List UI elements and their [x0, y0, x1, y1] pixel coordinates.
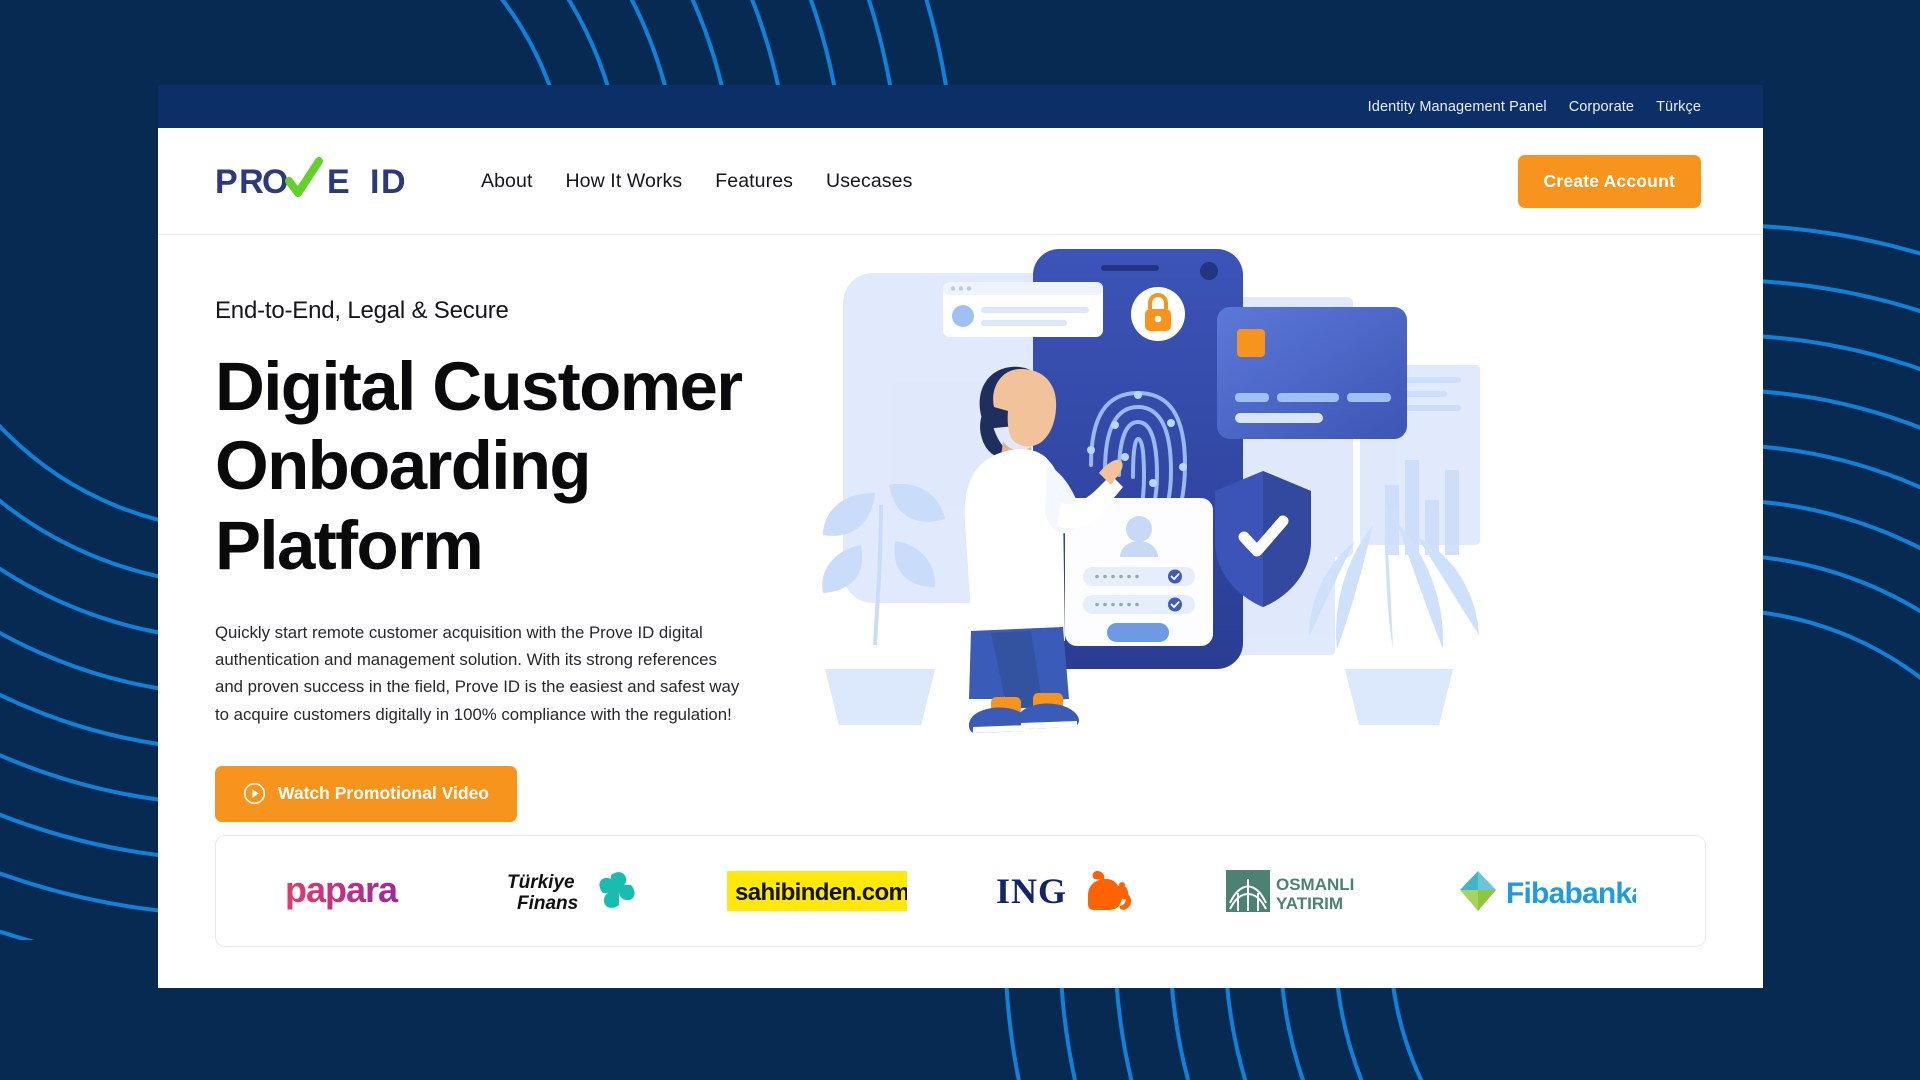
svg-text:Finans: Finans: [517, 893, 578, 914]
partner-logo-ing: ING: [996, 869, 1136, 913]
create-account-button[interactable]: Create Account: [1517, 154, 1701, 208]
partner-logo-sahibinden-com: sahibinden.com: [726, 871, 907, 911]
svg-text:OSMANLI: OSMANLI: [1276, 875, 1354, 894]
hero-illustration-column: [775, 235, 1706, 835]
hero-section: End-to-End, Legal & Secure Digital Custo…: [158, 235, 1763, 835]
hero-eyebrow: End-to-End, Legal & Secure: [215, 297, 509, 324]
partner-logos-strip: papara Türkiye Finans sahibinden.com ING…: [215, 835, 1706, 947]
hero-title-line-3: Platform: [215, 506, 484, 584]
top-utility-bar: Identity Management Panel Corporate Türk…: [158, 85, 1763, 128]
partner-logo-osmanli-yatirim: OSMANLI YATIRIM: [1226, 867, 1366, 915]
hero-paragraph: Quickly start remote customer acquisitio…: [215, 623, 740, 724]
hero-text-column: End-to-End, Legal & Secure Digital Custo…: [215, 235, 775, 835]
svg-text:ID: ID: [370, 163, 407, 201]
svg-text:PR: PR: [215, 163, 265, 201]
website-page: Identity Management Panel Corporate Türk…: [158, 85, 1763, 988]
partner-logo-fibabanka: Fibabanka: [1456, 869, 1636, 913]
watch-promotional-video-button[interactable]: Watch Promotional Video: [215, 765, 517, 822]
nav-item-about[interactable]: About: [481, 170, 532, 193]
hero-title: Digital Customer Onboarding Platform: [215, 347, 775, 585]
nav-item-how-it-works[interactable]: How It Works: [565, 170, 682, 193]
hero-title-line-1: Digital Customer: [215, 348, 743, 425]
svg-text:ING: ING: [996, 871, 1067, 911]
svg-text:papara: papara: [285, 870, 399, 910]
play-circle-icon: [243, 782, 266, 805]
digital-onboarding-illustration: [785, 245, 1495, 745]
svg-text:Türkiye: Türkiye: [507, 872, 575, 893]
partner-logo-papara: papara: [285, 870, 417, 912]
topbar-link-corporate[interactable]: Corporate: [1569, 99, 1634, 115]
site-header: PR O E ID About How It Works Features Us…: [158, 128, 1763, 235]
nav-item-usecases[interactable]: Usecases: [826, 170, 912, 193]
partner-logo-turkiye-finans: Türkiye Finans: [507, 867, 637, 915]
svg-text:sahibinden.com: sahibinden.com: [735, 879, 907, 906]
watch-promotional-video-label: Watch Promotional Video: [278, 783, 489, 804]
hero-title-line-2: Onboarding: [215, 427, 592, 505]
main-navigation: About How It Works Features Usecases: [481, 170, 912, 193]
svg-text:E: E: [327, 163, 351, 201]
svg-text:Fibabanka: Fibabanka: [1506, 877, 1636, 910]
topbar-link-identity-management-panel[interactable]: Identity Management Panel: [1368, 99, 1547, 115]
nav-item-features[interactable]: Features: [715, 170, 793, 193]
topbar-link-turkce[interactable]: Türkçe: [1656, 99, 1701, 115]
svg-text:YATIRIM: YATIRIM: [1276, 894, 1343, 913]
prove-id-logo[interactable]: PR O E ID: [215, 155, 428, 207]
